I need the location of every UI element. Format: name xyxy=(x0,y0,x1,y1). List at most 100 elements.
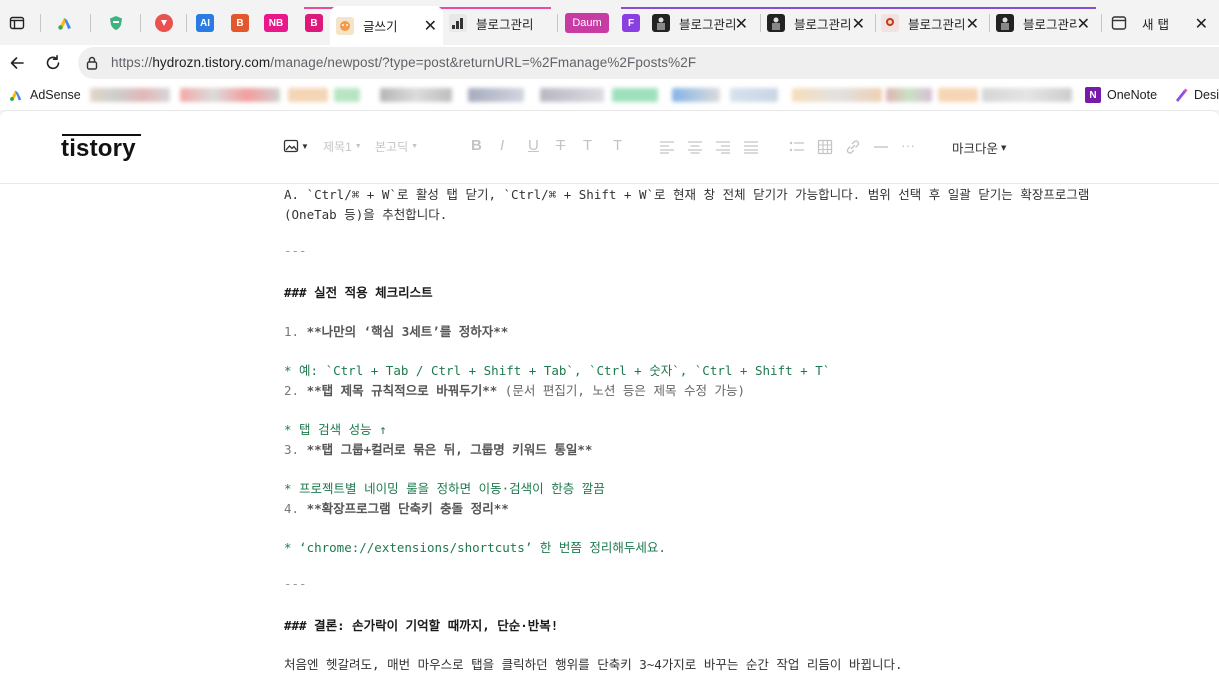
tab-actions-button[interactable] xyxy=(6,12,28,34)
insert-image-button[interactable]: ▼ xyxy=(283,138,309,154)
blurred-bookmark[interactable] xyxy=(180,88,280,102)
tistory-icon xyxy=(336,16,354,35)
chevron-down-icon: ▼ xyxy=(301,141,309,151)
tab-blog-manage-2[interactable]: 블로그관리 ✕ xyxy=(652,10,754,36)
more-options-button[interactable]: ··· xyxy=(901,137,915,153)
avatar-icon xyxy=(652,14,670,32)
blurred-bookmark[interactable] xyxy=(90,88,170,102)
list-item: 2. **탭 제목 규칙적으로 바꿔두기** (문서 편집기, 노션 등은 제목… xyxy=(284,383,746,398)
section-heading: ### 결론: 손가락이 기억할 때까지, 단순·반복! xyxy=(284,618,559,633)
blurred-bookmark[interactable] xyxy=(982,88,1072,102)
daum-icon: Daum xyxy=(565,13,609,33)
tab-write-post[interactable]: 글쓰기 ✕ xyxy=(330,6,443,45)
close-tab-icon[interactable]: ✕ xyxy=(852,14,865,33)
bold-button[interactable]: B xyxy=(471,137,482,154)
avatar-icon xyxy=(996,14,1014,32)
bookmark-designer[interactable]: Desig xyxy=(1173,87,1219,103)
blurred-bookmark[interactable] xyxy=(468,88,524,102)
background-color-button[interactable]: T xyxy=(613,137,622,154)
refresh-button[interactable] xyxy=(41,51,65,75)
divider-button[interactable] xyxy=(874,145,888,149)
bullet-list-button[interactable] xyxy=(789,140,805,154)
list-item: 1. **나만의 ‘핵심 3세트’를 정하자** xyxy=(284,324,509,339)
tab-blog-manage-5[interactable]: 블로그관리 ✕ xyxy=(996,10,1096,36)
blurred-bookmark[interactable] xyxy=(886,88,932,102)
chevron-down-icon: ▼ xyxy=(1001,143,1007,152)
tistory-logo[interactable]: tistory xyxy=(61,135,136,163)
blurred-bookmark[interactable] xyxy=(730,88,778,102)
close-tab-icon[interactable]: ✕ xyxy=(966,14,979,33)
link-button[interactable] xyxy=(845,139,861,155)
chart-icon xyxy=(449,14,467,32)
blurred-bookmark[interactable] xyxy=(288,88,328,102)
b-icon: B xyxy=(231,14,249,32)
table-button[interactable] xyxy=(817,139,833,155)
blurred-bookmark[interactable] xyxy=(380,88,452,102)
refresh-icon xyxy=(46,55,60,70)
back-arrow-icon xyxy=(10,57,24,69)
tab-ai[interactable]: AI xyxy=(196,10,218,36)
tab-strip: AI B NB B 글쓰기 ✕ 블로그관리 Daum F 블로그관리 ✕ 블로그… xyxy=(0,0,1219,45)
adsense-icon xyxy=(10,90,22,101)
blurred-bookmark[interactable] xyxy=(540,88,604,102)
blurred-bookmark[interactable] xyxy=(672,88,720,102)
tab-blog-manage-1[interactable]: 블로그관리 xyxy=(449,10,553,36)
link-icon xyxy=(846,140,860,154)
new-tab-page-icon xyxy=(1110,14,1128,32)
tab-adsense[interactable] xyxy=(56,10,78,36)
underline-button[interactable]: U xyxy=(528,137,539,154)
b-pink-icon: B xyxy=(305,14,323,32)
bookmarks-bar: AdSense N OneNote Desig xyxy=(0,80,1219,110)
blurred-bookmark[interactable] xyxy=(792,88,882,102)
tab-title: 블로그관리 xyxy=(908,16,966,32)
sub-list-item: * 프로젝트별 네이밍 룰을 정하면 이동·검색이 한층 깔끔 xyxy=(284,481,605,496)
back-button[interactable] xyxy=(5,51,29,75)
bookmark-onenote[interactable]: N OneNote xyxy=(1085,87,1157,103)
tab-blog-manage-3[interactable]: 블로그관리 ✕ xyxy=(767,10,871,36)
chevron-down-icon: ▼ xyxy=(411,143,419,150)
align-left-button[interactable] xyxy=(659,140,675,154)
bookmark-adsense[interactable]: AdSense xyxy=(8,87,81,103)
align-center-button[interactable] xyxy=(687,140,703,154)
tab-nb[interactable]: NB xyxy=(264,10,290,36)
tab-b[interactable]: B xyxy=(231,10,253,36)
blurred-bookmark[interactable] xyxy=(938,88,978,102)
table-icon xyxy=(817,139,833,155)
editor-mode-select[interactable]: 마크다운 ▼ xyxy=(952,138,1006,157)
tab-f[interactable]: F xyxy=(622,10,642,36)
tab-blog-manage-4[interactable]: 블로그관리 ✕ xyxy=(881,10,985,36)
tab-pinned-shield[interactable] xyxy=(107,10,129,36)
align-right-button[interactable] xyxy=(715,140,731,154)
address-bar[interactable]: https://hydrozn.tistory.com/manage/newpo… xyxy=(78,47,1219,79)
tab-title: 블로그관리 xyxy=(1023,16,1077,32)
adsense-icon xyxy=(56,14,74,32)
heading-select[interactable]: 제목1 ▼ xyxy=(323,138,362,155)
blurred-bookmark[interactable] xyxy=(334,88,360,102)
align-justify-button[interactable] xyxy=(743,140,759,154)
align-left-icon xyxy=(660,141,674,154)
align-justify-icon xyxy=(744,141,758,154)
text-color-button[interactable]: T xyxy=(583,137,592,154)
tab-b-pink[interactable]: B xyxy=(305,10,327,36)
blurred-bookmark[interactable] xyxy=(612,88,658,102)
tab-title: 블로그관리 xyxy=(476,16,534,32)
strikethrough-button[interactable]: T xyxy=(556,137,565,154)
avatar-icon xyxy=(767,14,785,32)
avatar-icon xyxy=(881,14,899,32)
tab-pinned-extension[interactable] xyxy=(155,10,177,36)
font-select[interactable]: 본고딕 ▼ xyxy=(375,138,418,155)
italic-button[interactable]: I xyxy=(500,137,504,154)
close-tab-icon[interactable]: ✕ xyxy=(1195,14,1208,33)
close-tab-icon[interactable]: ✕ xyxy=(424,16,437,35)
tab-actions-icon xyxy=(9,16,25,30)
sub-list-item: * ‘chrome://extensions/shortcuts’ 한 번쯤 정… xyxy=(284,540,666,555)
browser-toolbar: https://hydrozn.tistory.com/manage/newpo… xyxy=(0,45,1219,80)
extension-icon xyxy=(155,14,173,32)
ai-icon: AI xyxy=(196,14,214,32)
align-right-icon xyxy=(716,141,730,154)
tab-daum[interactable]: Daum xyxy=(565,10,611,36)
close-tab-icon[interactable]: ✕ xyxy=(1077,14,1090,33)
site-info-icon[interactable] xyxy=(84,55,100,75)
close-tab-icon[interactable]: ✕ xyxy=(735,14,748,33)
tab-new-tab[interactable]: 새 탭 ✕ xyxy=(1110,10,1214,36)
